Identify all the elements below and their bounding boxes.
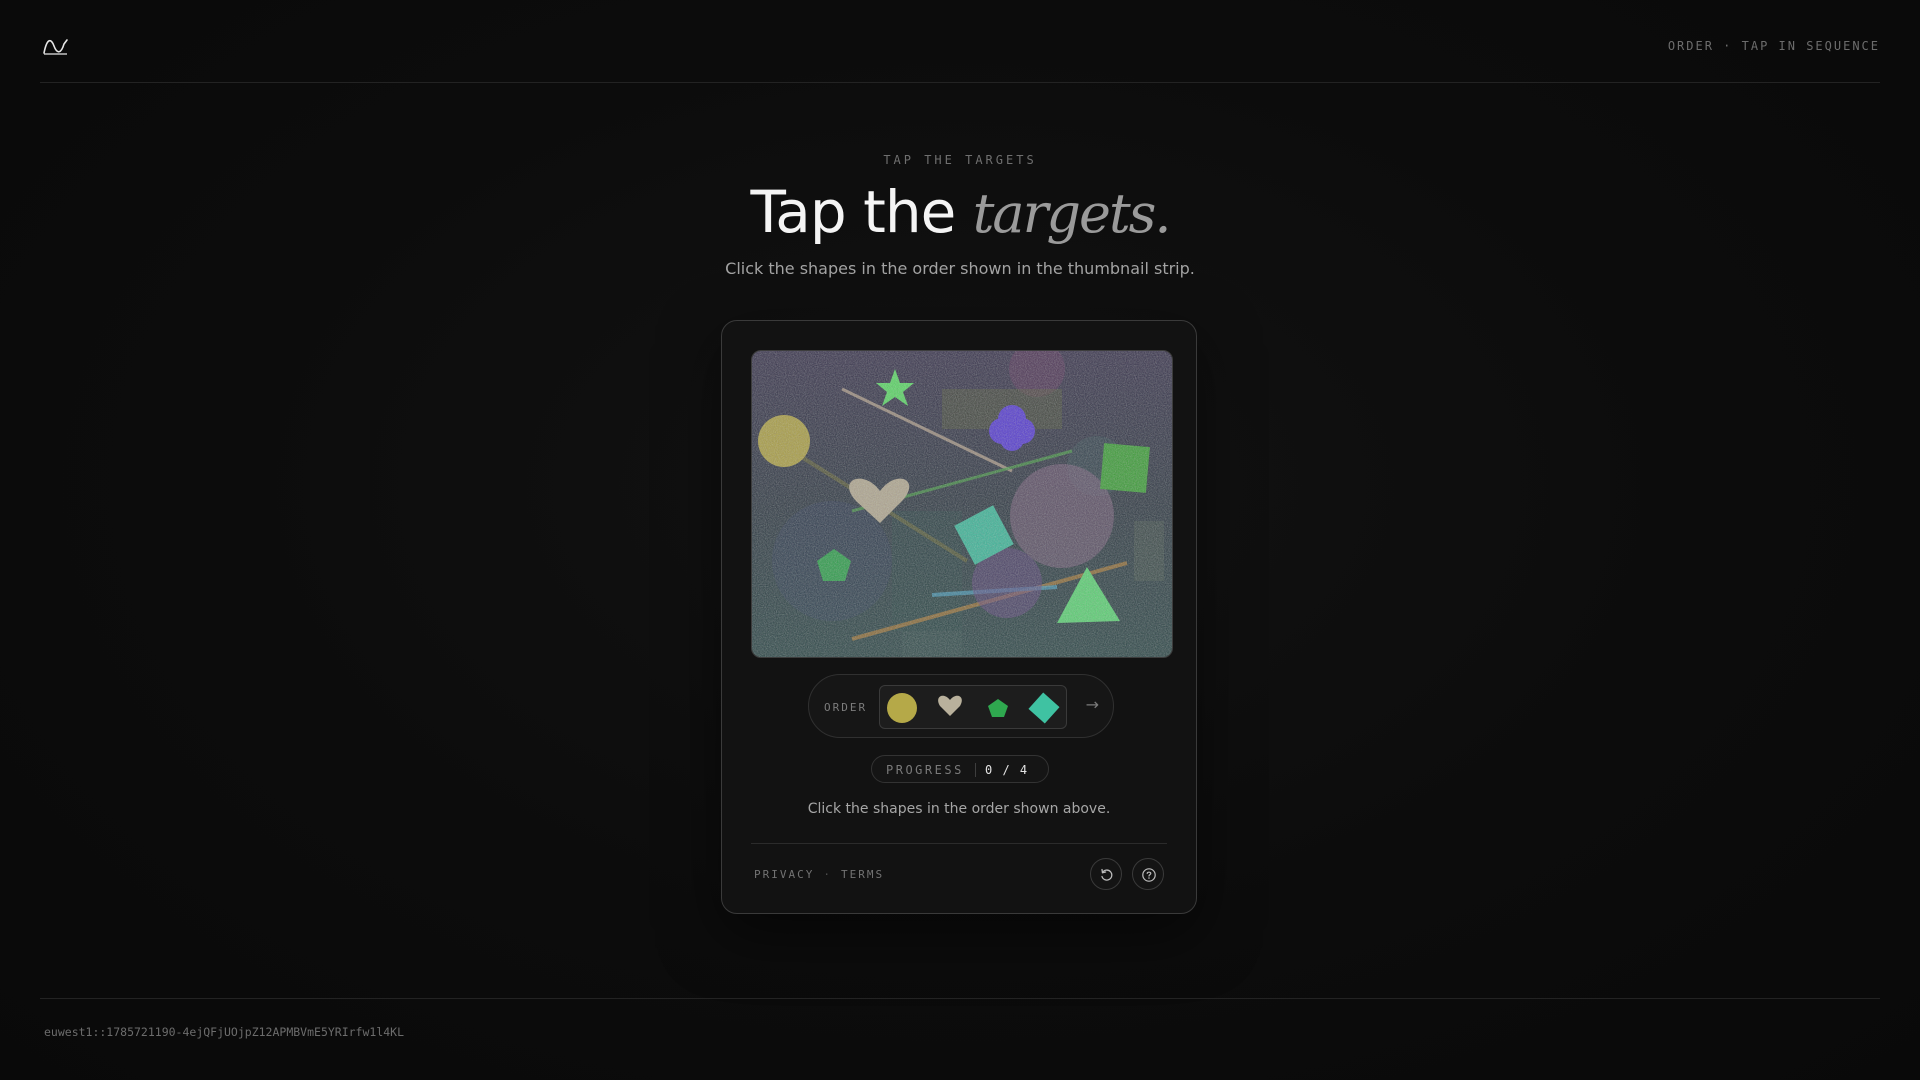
thumb-circle-icon: [887, 693, 917, 723]
title-accent: targets.: [972, 182, 1172, 245]
order-label: ORDER: [824, 701, 868, 714]
progress-label: PROGRESS: [886, 763, 964, 777]
page-subtitle: Click the shapes in the order shown in t…: [725, 259, 1195, 278]
order-strip-container: ORDER →: [808, 674, 1114, 738]
help-icon: [1142, 868, 1156, 882]
title-plain: Tap the: [750, 178, 973, 246]
footer-divider: [40, 998, 1880, 999]
progress-value: 0 / 4: [985, 763, 1029, 777]
thumb-pentagon-icon: [988, 699, 1008, 717]
eyebrow-label: TAP THE TARGETS: [883, 153, 1037, 167]
thumb-diamond-icon: [1028, 692, 1060, 724]
help-button[interactable]: [1132, 858, 1164, 890]
refresh-button[interactable]: [1090, 858, 1122, 890]
terms-link[interactable]: TERMS: [841, 868, 884, 881]
thumbnail-strip: [879, 685, 1067, 729]
page-title: Tap the targets.: [0, 176, 1920, 250]
refresh-icon: [1101, 868, 1113, 881]
link-separator: ·: [823, 868, 832, 881]
privacy-link[interactable]: PRIVACY: [754, 868, 814, 881]
instruction-text: Click the shapes in the order shown abov…: [807, 801, 1111, 817]
wave-logo-icon[interactable]: [43, 36, 69, 56]
challenge-canvas[interactable]: [751, 350, 1173, 658]
captcha-card: ORDER → PROGRESS 0 / 4 Click the shapes …: [721, 320, 1197, 914]
progress-divider: [975, 763, 976, 777]
session-id: euwest1::1785721190-4ejQFjUOjpZ12APMBVmE…: [44, 1025, 405, 1039]
footer-links: PRIVACY · TERMS: [754, 868, 884, 881]
thumb-heart-icon: [938, 695, 962, 716]
card-divider: [751, 843, 1167, 844]
arrow-right-icon: →: [1085, 695, 1099, 714]
mode-status: ORDER · TAP IN SEQUENCE: [1667, 39, 1880, 53]
progress-indicator: PROGRESS 0 / 4: [871, 755, 1049, 783]
top-bar: ORDER · TAP IN SEQUENCE: [40, 0, 1880, 83]
